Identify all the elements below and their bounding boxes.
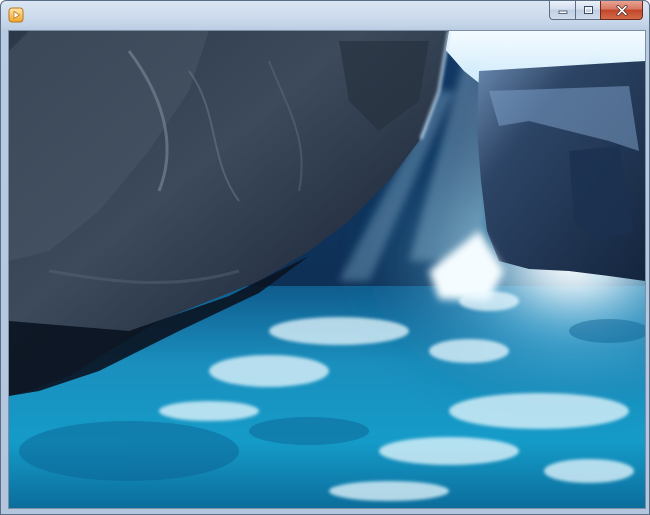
video-frame[interactable] <box>8 30 646 509</box>
player-window <box>0 0 650 515</box>
caption-buttons <box>549 1 643 21</box>
close-icon <box>616 4 627 16</box>
maximize-icon <box>583 6 593 14</box>
maximize-button[interactable] <box>575 1 600 20</box>
minimize-icon <box>558 10 567 14</box>
title-bar[interactable] <box>1 1 649 29</box>
close-button[interactable] <box>600 1 643 20</box>
media-player-icon[interactable] <box>8 7 24 23</box>
minimize-button[interactable] <box>549 1 575 20</box>
sea-cave-video-image <box>9 31 645 508</box>
